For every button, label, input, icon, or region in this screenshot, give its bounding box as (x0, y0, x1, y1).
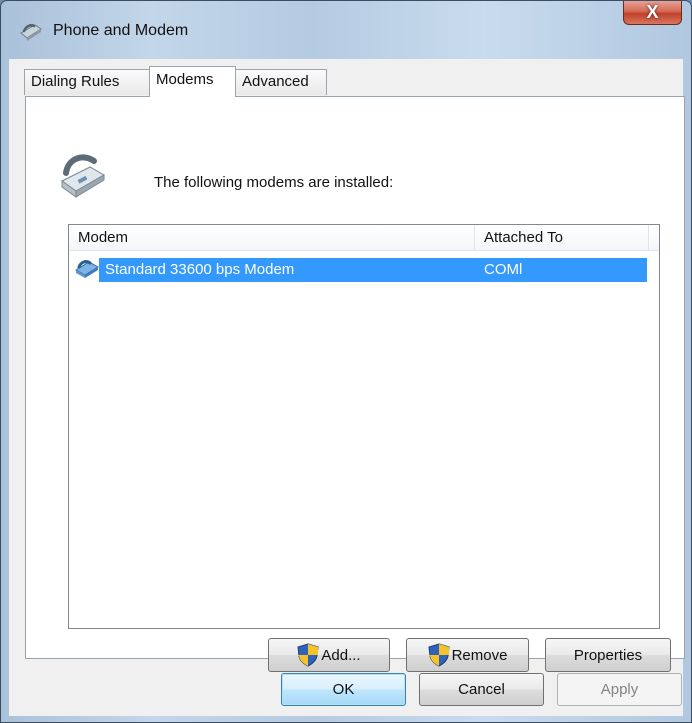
title-bar[interactable]: Phone and Modem X (1, 1, 691, 59)
installed-modems-label: The following modems are installed: (154, 174, 394, 191)
column-header-attached-to[interactable]: Attached To (475, 225, 649, 250)
cancel-button[interactable]: Cancel (419, 673, 544, 706)
apply-button[interactable]: Apply (557, 673, 682, 706)
remove-button-label: Remove (451, 646, 508, 664)
tab-dialing-rules[interactable]: Dialing Rules (24, 69, 150, 95)
dialog-body: Dialing Rules Modems Advanced The follow… (9, 59, 685, 716)
tab-label: Dialing Rules (31, 73, 120, 90)
tab-label: Advanced (242, 73, 309, 90)
close-icon: X (646, 2, 659, 22)
phone-modem-icon (20, 23, 42, 41)
cancel-button-label: Cancel (458, 681, 505, 698)
phone-and-modem-window: Phone and Modem X Dialing Rules Modems A… (0, 0, 692, 723)
add-button-label: Add... (321, 646, 361, 664)
attached-to-cell: COMl (484, 261, 523, 278)
uac-shield-icon (428, 643, 450, 667)
modems-tab-panel: The following modems are installed: Mode… (25, 96, 685, 672)
remove-button[interactable]: Remove (406, 638, 529, 672)
add-button[interactable]: Add... (268, 638, 390, 672)
apply-button-label: Apply (600, 681, 639, 698)
close-button[interactable]: X (623, 1, 682, 25)
modem-name-cell: Standard 33600 bps Modem (105, 261, 295, 278)
tab-advanced[interactable]: Advanced (235, 69, 327, 95)
tab-modems[interactable]: Modems (149, 66, 236, 97)
column-header-modem[interactable]: Modem (69, 225, 475, 250)
column-label: Attached To (484, 229, 563, 246)
ok-button[interactable]: OK (281, 673, 406, 706)
uac-shield-icon (297, 643, 319, 667)
window-title: Phone and Modem (53, 22, 189, 39)
telephone-icon (61, 154, 106, 198)
list-header: Modem Attached To (69, 225, 659, 251)
properties-button-label: Properties (573, 646, 643, 664)
modem-list[interactable]: Modem Attached To Standard 33600 bps Mod… (68, 224, 660, 629)
properties-button[interactable]: Properties (545, 638, 671, 672)
modem-icon (75, 260, 99, 278)
column-label: Modem (78, 229, 129, 246)
tab-label: Modems (156, 71, 214, 88)
ok-button-label: OK (332, 681, 355, 698)
